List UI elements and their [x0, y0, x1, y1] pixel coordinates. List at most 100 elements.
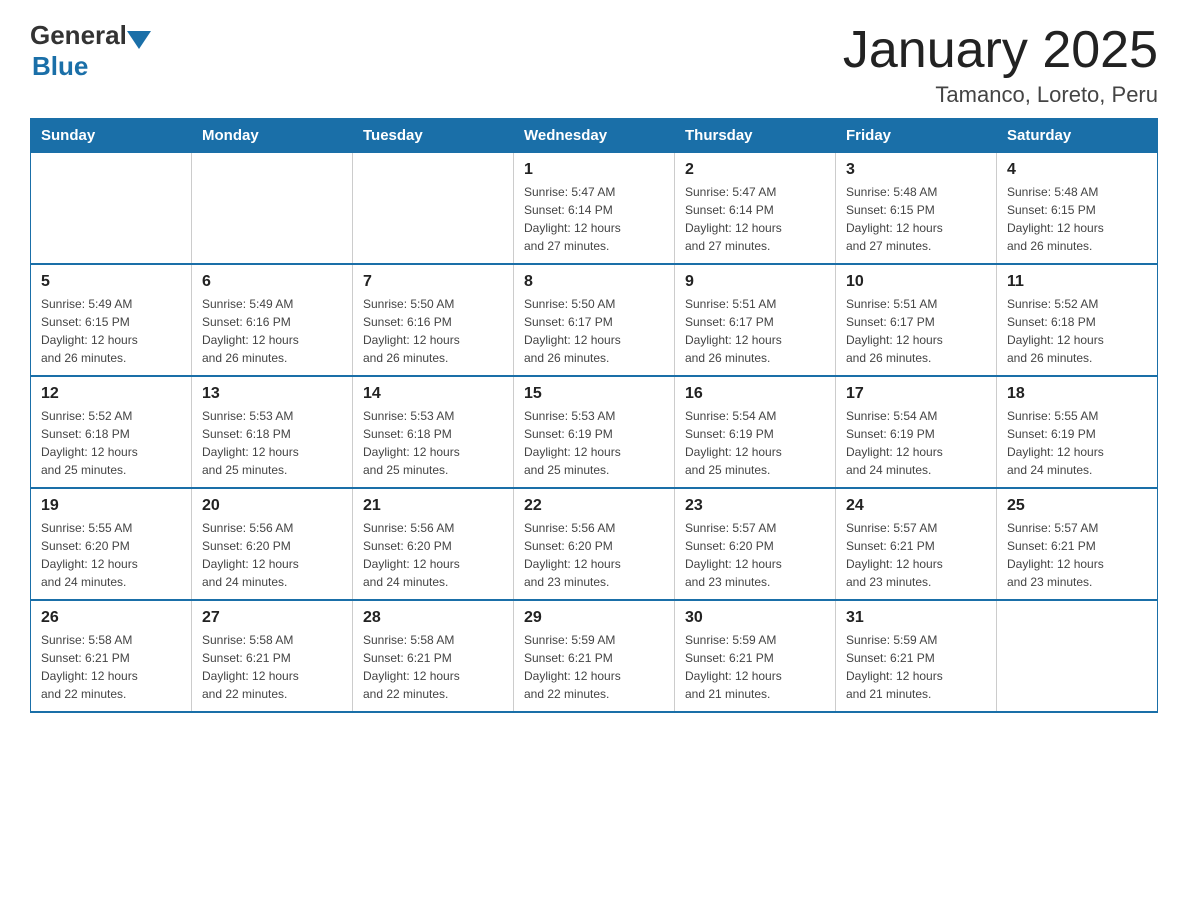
title-block: January 2025 Tamanco, Loreto, Peru	[843, 20, 1158, 108]
day-number: 25	[1007, 497, 1147, 515]
calendar-cell: 17 Sunrise: 5:54 AM Sunset: 6:19 PM Dayli…	[836, 376, 997, 488]
day-info: Sunrise: 5:59 AM Sunset: 6:21 PM Dayligh…	[685, 631, 825, 703]
calendar-cell: 27Sunrise: 5:58 AM Sunset: 6:21 PM Dayli…	[192, 600, 353, 712]
calendar-cell: 6 Sunrise: 5:49 AM Sunset: 6:16 PM Daylig…	[192, 264, 353, 376]
day-number: 14	[363, 385, 503, 403]
calendar-cell: 9Sunrise: 5:51 AM Sunset: 6:17 PM Daylig…	[675, 264, 836, 376]
day-info: Sunrise: 5:55 AM Sunset: 6:19 PM Dayligh…	[1007, 407, 1147, 479]
day-info: Sunrise: 5:54 AM Sunset: 6:19 PM Dayligh…	[846, 407, 986, 479]
day-info: Sunrise: 5:53 AM Sunset: 6:19 PM Dayligh…	[524, 407, 664, 479]
header-day-monday: Monday	[192, 119, 353, 153]
calendar-cell: 20Sunrise: 5:56 AM Sunset: 6:20 PM Dayli…	[192, 488, 353, 600]
calendar-week-row: 12Sunrise: 5:52 AM Sunset: 6:18 PM Dayli…	[31, 376, 1158, 488]
calendar-cell: 2 Sunrise: 5:47 AM Sunset: 6:14 PM Daylig…	[675, 153, 836, 265]
day-number: 19	[41, 497, 181, 515]
day-info: Sunrise: 5:53 AM Sunset: 6:18 PM Dayligh…	[202, 407, 342, 479]
day-info: Sunrise: 5:55 AM Sunset: 6:20 PM Dayligh…	[41, 519, 181, 591]
calendar-cell: 22Sunrise: 5:56 AM Sunset: 6:20 PM Dayli…	[514, 488, 675, 600]
day-number: 9	[685, 273, 825, 291]
day-info: Sunrise: 5:52 AM Sunset: 6:18 PM Dayligh…	[1007, 295, 1147, 367]
day-info: Sunrise: 5:59 AM Sunset: 6:21 PM Dayligh…	[846, 631, 986, 703]
calendar-week-row: 5 Sunrise: 5:49 AM Sunset: 6:15 PM Daylig…	[31, 264, 1158, 376]
day-info: Sunrise: 5:47 AM Sunset: 6:14 PM Dayligh…	[524, 183, 664, 255]
calendar-cell: 1 Sunrise: 5:47 AM Sunset: 6:14 PM Daylig…	[514, 153, 675, 265]
calendar-week-row: 1 Sunrise: 5:47 AM Sunset: 6:14 PM Daylig…	[31, 153, 1158, 265]
calendar-cell	[192, 153, 353, 265]
header-day-tuesday: Tuesday	[353, 119, 514, 153]
day-info: Sunrise: 5:58 AM Sunset: 6:21 PM Dayligh…	[363, 631, 503, 703]
day-number: 27	[202, 609, 342, 627]
day-number: 7	[363, 273, 503, 291]
calendar-cell: 4Sunrise: 5:48 AM Sunset: 6:15 PM Daylig…	[997, 153, 1158, 265]
day-info: Sunrise: 5:58 AM Sunset: 6:21 PM Dayligh…	[41, 631, 181, 703]
calendar-cell: 12Sunrise: 5:52 AM Sunset: 6:18 PM Dayli…	[31, 376, 192, 488]
page-header: General Blue January 2025 Tamanco, Loret…	[30, 20, 1158, 108]
day-number: 26	[41, 609, 181, 627]
day-number: 18	[1007, 385, 1147, 403]
logo-arrow-icon	[127, 31, 151, 49]
calendar-cell: 24 Sunrise: 5:57 AM Sunset: 6:21 PM Dayli…	[836, 488, 997, 600]
day-info: Sunrise: 5:56 AM Sunset: 6:20 PM Dayligh…	[202, 519, 342, 591]
day-info: Sunrise: 5:49 AM Sunset: 6:16 PM Dayligh…	[202, 295, 342, 367]
day-number: 8	[524, 273, 664, 291]
day-info: Sunrise: 5:57 AM Sunset: 6:21 PM Dayligh…	[1007, 519, 1147, 591]
logo-blue-text: Blue	[32, 51, 88, 81]
day-info: Sunrise: 5:53 AM Sunset: 6:18 PM Dayligh…	[363, 407, 503, 479]
calendar-subtitle: Tamanco, Loreto, Peru	[843, 82, 1158, 108]
header-day-friday: Friday	[836, 119, 997, 153]
day-info: Sunrise: 5:57 AM Sunset: 6:21 PM Dayligh…	[846, 519, 986, 591]
day-info: Sunrise: 5:59 AM Sunset: 6:21 PM Dayligh…	[524, 631, 664, 703]
calendar-cell: 26 Sunrise: 5:58 AM Sunset: 6:21 PM Dayli…	[31, 600, 192, 712]
calendar-cell: 13 Sunrise: 5:53 AM Sunset: 6:18 PM Dayli…	[192, 376, 353, 488]
day-number: 30	[685, 609, 825, 627]
day-info: Sunrise: 5:50 AM Sunset: 6:17 PM Dayligh…	[524, 295, 664, 367]
day-number: 22	[524, 497, 664, 515]
calendar-cell: 25 Sunrise: 5:57 AM Sunset: 6:21 PM Dayli…	[997, 488, 1158, 600]
calendar-cell: 23 Sunrise: 5:57 AM Sunset: 6:20 PM Dayli…	[675, 488, 836, 600]
calendar-cell: 11 Sunrise: 5:52 AM Sunset: 6:18 PM Dayli…	[997, 264, 1158, 376]
calendar-cell: 19 Sunrise: 5:55 AM Sunset: 6:20 PM Dayli…	[31, 488, 192, 600]
day-info: Sunrise: 5:48 AM Sunset: 6:15 PM Dayligh…	[846, 183, 986, 255]
day-number: 13	[202, 385, 342, 403]
day-info: Sunrise: 5:54 AM Sunset: 6:19 PM Dayligh…	[685, 407, 825, 479]
calendar-cell: 29 Sunrise: 5:59 AM Sunset: 6:21 PM Dayli…	[514, 600, 675, 712]
day-number: 4	[1007, 161, 1147, 179]
calendar-cell: 30 Sunrise: 5:59 AM Sunset: 6:21 PM Dayli…	[675, 600, 836, 712]
header-day-thursday: Thursday	[675, 119, 836, 153]
calendar-cell	[997, 600, 1158, 712]
calendar-cell	[31, 153, 192, 265]
day-number: 31	[846, 609, 986, 627]
calendar-cell: 21 Sunrise: 5:56 AM Sunset: 6:20 PM Dayli…	[353, 488, 514, 600]
day-number: 2	[685, 161, 825, 179]
header-day-sunday: Sunday	[31, 119, 192, 153]
day-number: 11	[1007, 273, 1147, 291]
calendar-table: SundayMondayTuesdayWednesdayThursdayFrid…	[30, 118, 1158, 713]
logo-general-text: General	[30, 20, 127, 51]
day-number: 24	[846, 497, 986, 515]
calendar-title: January 2025	[843, 20, 1158, 80]
day-number: 6	[202, 273, 342, 291]
day-info: Sunrise: 5:47 AM Sunset: 6:14 PM Dayligh…	[685, 183, 825, 255]
calendar-cell	[353, 153, 514, 265]
calendar-cell: 15 Sunrise: 5:53 AM Sunset: 6:19 PM Dayli…	[514, 376, 675, 488]
day-info: Sunrise: 5:56 AM Sunset: 6:20 PM Dayligh…	[363, 519, 503, 591]
calendar-cell: 10Sunrise: 5:51 AM Sunset: 6:17 PM Dayli…	[836, 264, 997, 376]
day-info: Sunrise: 5:49 AM Sunset: 6:15 PM Dayligh…	[41, 295, 181, 367]
calendar-week-row: 26 Sunrise: 5:58 AM Sunset: 6:21 PM Dayli…	[31, 600, 1158, 712]
calendar-cell: 14 Sunrise: 5:53 AM Sunset: 6:18 PM Dayli…	[353, 376, 514, 488]
day-number: 17	[846, 385, 986, 403]
day-number: 21	[363, 497, 503, 515]
day-number: 1	[524, 161, 664, 179]
calendar-cell: 3Sunrise: 5:48 AM Sunset: 6:15 PM Daylig…	[836, 153, 997, 265]
calendar-cell: 5 Sunrise: 5:49 AM Sunset: 6:15 PM Daylig…	[31, 264, 192, 376]
day-info: Sunrise: 5:57 AM Sunset: 6:20 PM Dayligh…	[685, 519, 825, 591]
day-number: 28	[363, 609, 503, 627]
calendar-cell: 7Sunrise: 5:50 AM Sunset: 6:16 PM Daylig…	[353, 264, 514, 376]
day-number: 23	[685, 497, 825, 515]
day-info: Sunrise: 5:51 AM Sunset: 6:17 PM Dayligh…	[846, 295, 986, 367]
calendar-week-row: 19 Sunrise: 5:55 AM Sunset: 6:20 PM Dayli…	[31, 488, 1158, 600]
day-number: 29	[524, 609, 664, 627]
day-number: 15	[524, 385, 664, 403]
day-number: 5	[41, 273, 181, 291]
logo: General Blue	[30, 20, 151, 82]
